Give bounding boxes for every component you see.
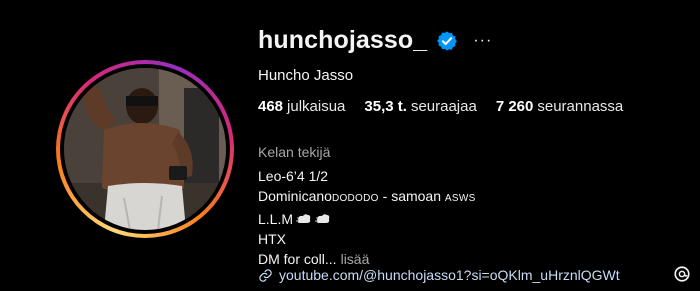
followers-label: seuraajaa (410, 98, 477, 115)
bio-line-2-caps-2: ASWS (444, 193, 476, 204)
posts-count: 468 (258, 98, 284, 115)
dash-smoke-emoji-icon (315, 214, 330, 223)
bio-line-3-text: L.L.M (258, 211, 294, 227)
posts-stat: 468 julkaisua (258, 98, 345, 115)
bio-line-2-caps-1: DODODO (331, 193, 379, 204)
bio-line-2-main: Dominicano (258, 188, 332, 204)
followers-count: 35,3 t. (364, 98, 407, 115)
external-link[interactable]: youtube.com/@hunchojasso1?si=oQKlm_uHrzn… (258, 267, 620, 283)
bio-line-2: DominicanoDODODO - samoan ASWS (258, 186, 476, 209)
profile-avatar[interactable] (64, 68, 226, 230)
bio-line-4: HTX (258, 231, 286, 247)
avatar-photo (64, 68, 226, 230)
posts-label: julkaisua (287, 98, 346, 115)
external-link-url[interactable]: youtube.com/@hunchojasso1?si=oQKlm_uHrzn… (279, 267, 620, 283)
following-count: 7 260 (495, 98, 534, 115)
profile-stats: 468 julkaisua 35,3 t. seuraajaa 7 260 seura… (258, 98, 623, 115)
followers-stat[interactable]: 35,3 t. seuraajaa (364, 98, 476, 115)
bio-more-link[interactable]: lisää (341, 251, 370, 267)
bio-line-3: L.L.M (258, 209, 476, 229)
profile-avatar-ring[interactable] (56, 60, 234, 238)
avatar-gap (60, 64, 230, 234)
bio-line-2-mid: - samoan (378, 188, 445, 204)
bio-line-1: Leo-6’4 1/2 (258, 168, 329, 184)
bio: Kelan tekijä Leo-6’4 1/2 DominicanoDODOD… (258, 142, 476, 269)
following-stat[interactable]: 7 260 seurannassa (496, 98, 623, 115)
full-name: Huncho Jasso (258, 67, 354, 84)
following-label: seurannassa (537, 98, 624, 115)
dash-smoke-emoji-icon (296, 214, 311, 223)
username-row: hunchojasso_ ··· (258, 26, 492, 55)
verified-badge-icon (437, 30, 458, 51)
link-icon (259, 268, 272, 282)
more-options-button[interactable]: ··· (473, 32, 492, 50)
bio-category: Kelan tekijä (258, 144, 331, 160)
threads-icon[interactable] (673, 265, 691, 283)
username: hunchojasso_ (258, 26, 428, 54)
bio-line-5-text: DM for coll... (258, 251, 337, 267)
bio-line-5: DM for coll... lisää (258, 249, 476, 269)
